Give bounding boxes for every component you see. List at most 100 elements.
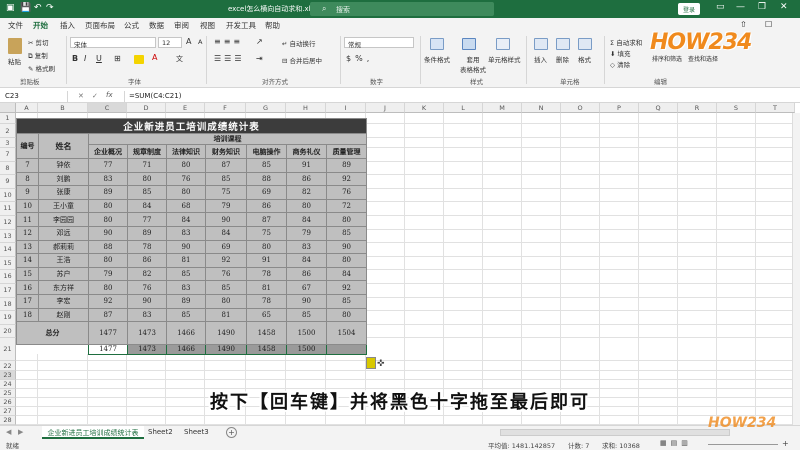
cell-name[interactable]: 钟依 bbox=[38, 158, 89, 173]
cell-score[interactable]: 78 bbox=[246, 293, 287, 309]
cell-score[interactable]: 80 bbox=[325, 307, 368, 323]
sheet-tab-sheet2[interactable]: Sheet2 bbox=[148, 428, 173, 436]
restore-button[interactable]: ❐ bbox=[758, 2, 766, 12]
autosum-button[interactable]: Σ 自动求和 bbox=[610, 37, 642, 47]
font-size-select[interactable]: 12 bbox=[158, 37, 182, 48]
tab-insert[interactable]: 插入 bbox=[60, 20, 75, 31]
cell-score[interactable]: 90 bbox=[166, 239, 206, 255]
cell-score[interactable]: 80 bbox=[325, 212, 368, 227]
insert-cells-button[interactable]: 插入 bbox=[534, 54, 547, 64]
cell-name[interactable]: 王浩 bbox=[38, 253, 89, 268]
paste-button[interactable]: 粘贴 bbox=[8, 56, 21, 66]
cell-score[interactable]: 89 bbox=[127, 225, 167, 241]
row-header[interactable]: 2 bbox=[0, 124, 16, 138]
conditional-format-icon[interactable] bbox=[430, 38, 444, 50]
cell-score[interactable]: 79 bbox=[88, 266, 128, 282]
row-header[interactable]: 16 bbox=[0, 270, 16, 284]
fill-result-cell[interactable]: 1500 bbox=[286, 343, 327, 355]
paste-icon[interactable] bbox=[8, 38, 22, 54]
cell-id[interactable]: 17 bbox=[16, 293, 39, 309]
cell-score[interactable]: 83 bbox=[166, 225, 206, 241]
undo-icon[interactable]: ↶ bbox=[34, 3, 42, 13]
format-cells-button[interactable]: 格式 bbox=[578, 54, 591, 64]
cell-name[interactable]: 李宏 bbox=[38, 293, 89, 309]
row-header[interactable]: 1 bbox=[0, 113, 16, 124]
redo-icon[interactable]: ↷ bbox=[46, 3, 54, 13]
cell-score[interactable]: 85 bbox=[286, 307, 327, 323]
cell-score[interactable]: 69 bbox=[205, 239, 247, 255]
sheet-prev-icon[interactable]: ◀ bbox=[6, 428, 11, 436]
cell-score[interactable]: 71 bbox=[127, 158, 167, 173]
column-header[interactable]: A bbox=[16, 103, 38, 113]
cell-score[interactable]: 89 bbox=[166, 293, 206, 309]
italic-button[interactable]: I bbox=[84, 54, 86, 63]
column-header[interactable]: S bbox=[717, 103, 756, 113]
indent-icon[interactable]: ⇥ bbox=[256, 54, 263, 63]
autosave-icon[interactable]: ▣ bbox=[6, 3, 15, 13]
column-header[interactable]: F bbox=[205, 103, 246, 113]
row-header[interactable]: 23 bbox=[0, 370, 16, 380]
cell-score[interactable]: 89 bbox=[88, 185, 128, 200]
cell-id[interactable]: 18 bbox=[16, 307, 39, 323]
cell-score[interactable]: 80 bbox=[88, 212, 128, 227]
vertical-scrollbar[interactable] bbox=[792, 113, 800, 425]
fx-icon[interactable]: fx bbox=[106, 91, 113, 99]
cell-score[interactable]: 84 bbox=[127, 198, 167, 214]
cell-name[interactable]: 李园园 bbox=[38, 212, 89, 227]
find-select-button[interactable]: 查找和选择 bbox=[688, 54, 718, 63]
ribbon-display-icon[interactable]: ▭ bbox=[716, 2, 725, 12]
fill-result-cell[interactable]: 1466 bbox=[166, 343, 206, 355]
fill-button[interactable]: ⬇ 填充 bbox=[610, 48, 631, 58]
header-course[interactable]: 规章制度 bbox=[127, 144, 167, 159]
tab-view[interactable]: 视图 bbox=[200, 20, 215, 31]
table-format-button[interactable]: 套用 表格格式 bbox=[460, 54, 486, 74]
column-header[interactable]: I bbox=[326, 103, 366, 113]
row-header[interactable]: 3 bbox=[0, 138, 16, 148]
cell-score[interactable]: 80 bbox=[88, 198, 128, 214]
cell-score[interactable]: 90 bbox=[88, 225, 128, 241]
row-header[interactable]: 15 bbox=[0, 256, 16, 271]
cell-score[interactable]: 80 bbox=[246, 239, 287, 255]
column-header[interactable]: N bbox=[522, 103, 561, 113]
header-course[interactable]: 企业概况 bbox=[88, 144, 128, 159]
phonetic-icon[interactable]: 文 bbox=[176, 54, 183, 64]
cut-button[interactable]: ✂ 剪切 bbox=[28, 37, 49, 47]
cell-score[interactable]: 77 bbox=[127, 212, 167, 227]
share-icon[interactable]: ⇧ bbox=[740, 20, 747, 29]
cell-score[interactable]: 80 bbox=[166, 185, 206, 200]
cell-score[interactable]: 84 bbox=[325, 266, 368, 282]
cell-score[interactable]: 75 bbox=[205, 185, 247, 200]
header-course[interactable]: 质量管理 bbox=[325, 144, 368, 159]
search-box[interactable]: ⌕ 搜索 bbox=[310, 2, 494, 16]
column-header[interactable]: B bbox=[38, 103, 88, 113]
column-header[interactable]: M bbox=[483, 103, 522, 113]
header-course[interactable]: 法律知识 bbox=[166, 144, 206, 159]
cell-score[interactable]: 77 bbox=[88, 158, 128, 173]
bold-button[interactable]: B bbox=[72, 54, 78, 63]
cell-id[interactable]: 8 bbox=[16, 171, 39, 187]
cell-score[interactable]: 85 bbox=[325, 293, 368, 309]
row-header[interactable]: 13 bbox=[0, 229, 16, 244]
copy-button[interactable]: ⧉ 复制 bbox=[28, 50, 48, 61]
cell-score[interactable]: 84 bbox=[286, 253, 327, 268]
fill-result-cell[interactable]: 1458 bbox=[246, 343, 287, 355]
cell-score[interactable]: 85 bbox=[166, 307, 206, 323]
column-header[interactable]: T bbox=[756, 103, 795, 113]
sort-filter-button[interactable]: 排序和筛选 bbox=[652, 54, 682, 63]
fill-result-cell[interactable] bbox=[325, 343, 368, 355]
row-header[interactable]: 28 bbox=[0, 415, 16, 425]
fill-handle-cursor-icon[interactable]: ✜ bbox=[377, 359, 385, 369]
login-button[interactable]: 登录 bbox=[678, 3, 700, 15]
cell-name[interactable]: 赵刚 bbox=[38, 307, 89, 323]
row-header[interactable]: 19 bbox=[0, 311, 16, 325]
cell-score[interactable]: 79 bbox=[205, 198, 247, 214]
comment-icon[interactable]: ☐ bbox=[765, 20, 772, 29]
cell-score[interactable]: 90 bbox=[205, 212, 247, 227]
cell-score[interactable]: 81 bbox=[166, 253, 206, 268]
cancel-icon[interactable]: ✕ bbox=[78, 92, 84, 100]
cell-score[interactable]: 80 bbox=[286, 198, 327, 214]
cell-score[interactable]: 67 bbox=[286, 280, 327, 295]
horizontal-scrollbar[interactable] bbox=[500, 429, 730, 436]
cell-score[interactable]: 80 bbox=[205, 293, 247, 309]
cell-score[interactable]: 76 bbox=[166, 171, 206, 187]
